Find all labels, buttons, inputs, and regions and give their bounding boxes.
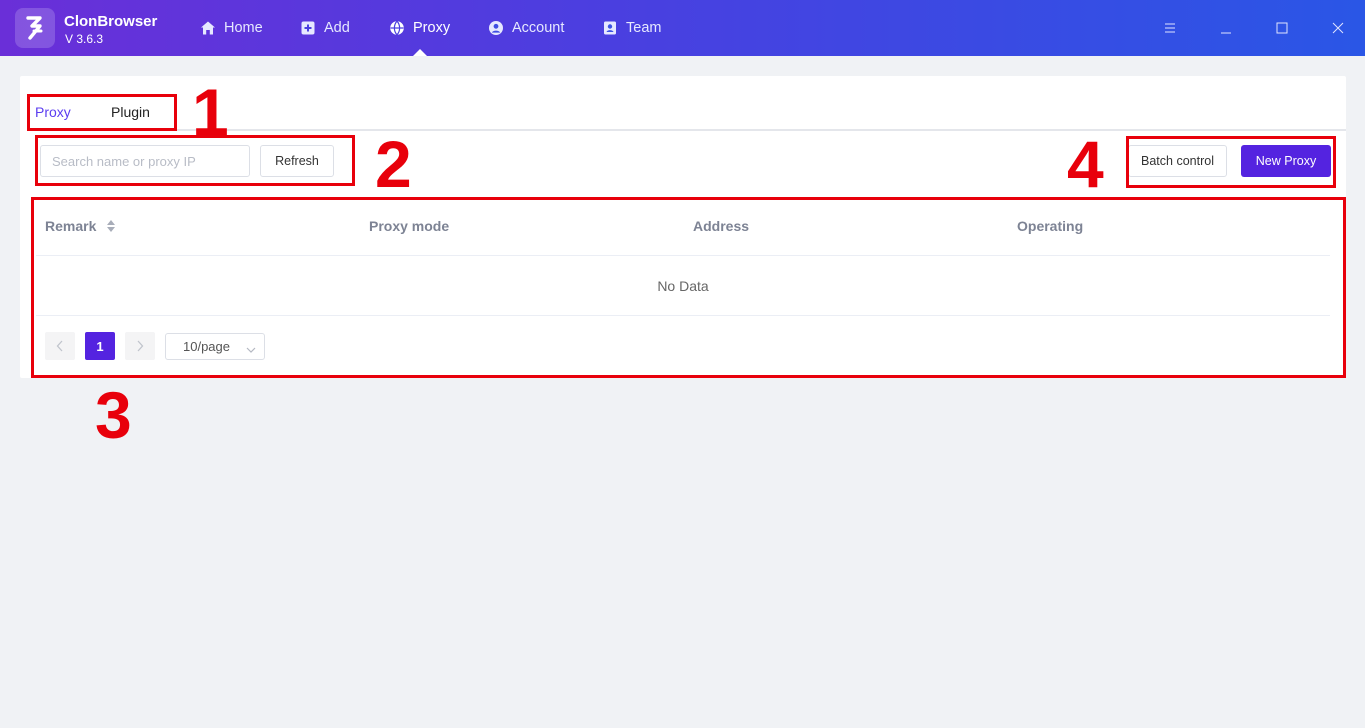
annotation-number-4: 4 [1067, 127, 1104, 201]
annotation-box-2 [35, 135, 355, 186]
annotation-number-3: 3 [95, 378, 132, 452]
annotation-number-2: 2 [375, 127, 412, 201]
user-circle-icon [488, 20, 504, 36]
plus-square-icon [300, 20, 316, 36]
logo-icon [26, 16, 43, 40]
menu-button[interactable] [1160, 18, 1180, 38]
nav-team[interactable]: Team [602, 0, 661, 56]
annotation-box-4 [1126, 136, 1336, 188]
nav-team-label: Team [626, 20, 662, 36]
nav-account[interactable]: Account [488, 0, 564, 56]
nav-home-label: Home [224, 20, 263, 36]
nav-home[interactable]: Home [200, 0, 263, 56]
minimize-button[interactable] [1216, 18, 1236, 38]
nav-proxy[interactable]: Proxy [389, 0, 450, 56]
nav-proxy-label: Proxy [413, 20, 451, 36]
home-icon [200, 20, 216, 36]
close-icon [1332, 22, 1344, 34]
app-name: ClonBrowser [64, 13, 158, 30]
app-logo [15, 8, 55, 48]
menu-icon [1165, 23, 1175, 33]
maximize-icon [1276, 22, 1288, 34]
nav-add-label: Add [324, 20, 350, 36]
annotation-box-1 [27, 94, 177, 131]
close-button[interactable] [1328, 18, 1348, 38]
title-bar: ClonBrowser V 3.6.3 Home Add Proxy Accou… [0, 0, 1365, 56]
nav-account-label: Account [512, 20, 565, 36]
maximize-button[interactable] [1272, 18, 1292, 38]
annotation-box-3 [31, 197, 1346, 378]
contact-card-icon [602, 20, 618, 36]
app-version: V 3.6.3 [65, 32, 104, 46]
globe-icon [389, 20, 405, 36]
minimize-icon [1221, 32, 1231, 34]
nav-add[interactable]: Add [300, 0, 350, 56]
